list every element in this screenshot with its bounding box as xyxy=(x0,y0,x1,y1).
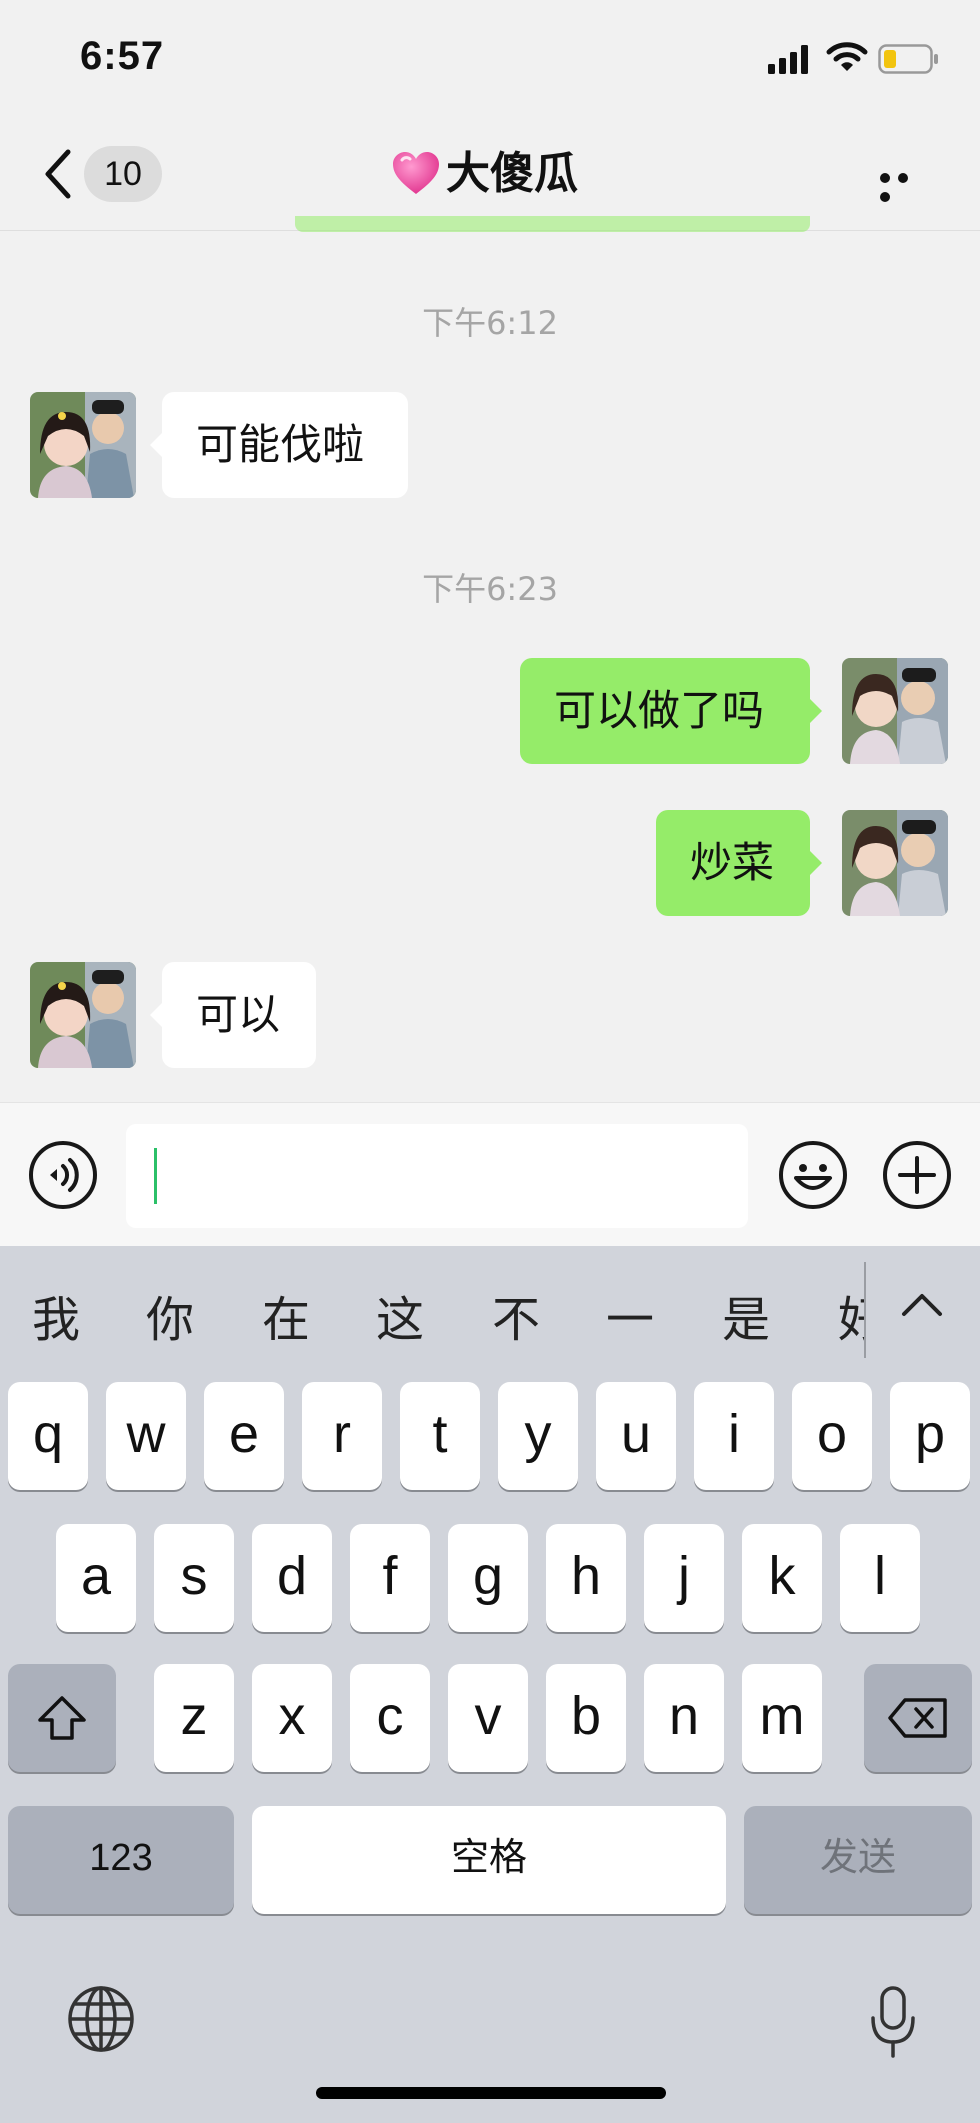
key-a[interactable]: a xyxy=(56,1524,136,1632)
candidate-divider xyxy=(864,1262,866,1358)
my-avatar[interactable] xyxy=(842,810,948,916)
globe-icon[interactable] xyxy=(66,1984,136,2054)
key-s[interactable]: s xyxy=(154,1524,234,1632)
candidate-word[interactable]: 在 xyxy=(262,1280,310,1350)
timestamp: 下午6:23 xyxy=(422,570,558,608)
unread-count-badge[interactable]: 10 xyxy=(84,146,162,202)
chat-title-text: 大傻瓜 xyxy=(446,148,578,199)
message-input[interactable] xyxy=(126,1124,748,1228)
key-j[interactable]: j xyxy=(644,1524,724,1632)
key-e[interactable]: e xyxy=(204,1382,284,1490)
key-z[interactable]: z xyxy=(154,1664,234,1772)
candidate-word[interactable]: 一 xyxy=(606,1280,654,1350)
voice-input-icon[interactable] xyxy=(28,1140,98,1210)
key-o[interactable]: o xyxy=(792,1382,872,1490)
text-caret xyxy=(154,1148,157,1204)
candidate-word-clipped[interactable]: 好 xyxy=(836,1262,864,1358)
numbers-key[interactable]: 123 xyxy=(8,1806,234,1914)
key-w[interactable]: w xyxy=(106,1382,186,1490)
key-q[interactable]: q xyxy=(8,1382,88,1490)
message-bubble[interactable]: 可能伐啦 xyxy=(150,392,408,498)
shift-key[interactable] xyxy=(8,1664,116,1772)
candidate-word[interactable]: 不 xyxy=(492,1280,540,1350)
message-bubble[interactable]: 可以做了吗 xyxy=(520,658,822,764)
contact-avatar[interactable] xyxy=(30,392,136,498)
candidate-word[interactable]: 是 xyxy=(722,1280,770,1350)
key-t[interactable]: t xyxy=(400,1382,480,1490)
space-key[interactable]: 空格 xyxy=(252,1806,726,1914)
key-l[interactable]: l xyxy=(840,1524,920,1632)
expand-candidates-chevron-icon[interactable] xyxy=(898,1290,946,1320)
candidate-word[interactable]: 我 xyxy=(32,1280,80,1350)
key-m[interactable]: m xyxy=(742,1664,822,1772)
key-i[interactable]: i xyxy=(694,1382,774,1490)
chat-title: 大傻瓜 xyxy=(390,148,578,200)
message-bubble-edge xyxy=(295,216,810,232)
key-r[interactable]: r xyxy=(302,1382,382,1490)
contact-avatar[interactable] xyxy=(30,962,136,1068)
message-bubble[interactable]: 可以 xyxy=(150,962,316,1068)
key-u[interactable]: u xyxy=(596,1382,676,1490)
key-b[interactable]: b xyxy=(546,1664,626,1772)
battery-icon xyxy=(878,44,938,74)
home-indicator[interactable] xyxy=(316,2087,666,2099)
candidate-word[interactable]: 这 xyxy=(376,1280,424,1350)
key-d[interactable]: d xyxy=(252,1524,332,1632)
microphone-icon[interactable] xyxy=(868,1986,918,2058)
key-h[interactable]: h xyxy=(546,1524,626,1632)
candidate-word[interactable]: 你 xyxy=(146,1280,194,1350)
key-n[interactable]: n xyxy=(644,1664,724,1772)
backspace-key[interactable] xyxy=(864,1664,972,1772)
timestamp: 下午6:12 xyxy=(422,304,558,342)
backspace-icon xyxy=(888,1698,947,1738)
emoji-icon[interactable] xyxy=(778,1140,848,1210)
key-v[interactable]: v xyxy=(448,1664,528,1772)
shift-arrow-icon xyxy=(38,1696,86,1740)
my-avatar[interactable] xyxy=(842,658,948,764)
back-chevron-icon[interactable] xyxy=(40,148,76,200)
key-g[interactable]: g xyxy=(448,1524,528,1632)
message-bubble[interactable]: 炒菜 xyxy=(656,810,822,916)
key-y[interactable]: y xyxy=(498,1382,578,1490)
more-functions-plus-icon[interactable] xyxy=(882,1140,952,1210)
key-k[interactable]: k xyxy=(742,1524,822,1632)
status-time: 6:57 xyxy=(80,34,165,78)
more-options-icon[interactable] xyxy=(880,168,930,202)
key-x[interactable]: x xyxy=(252,1664,332,1772)
key-c[interactable]: c xyxy=(350,1664,430,1772)
wifi-icon xyxy=(826,42,868,71)
pink-heart-emoji xyxy=(393,152,439,194)
send-key[interactable]: 发送 xyxy=(744,1806,972,1914)
key-f[interactable]: f xyxy=(350,1524,430,1632)
key-p[interactable]: p xyxy=(890,1382,970,1490)
status-bar: 6:57 xyxy=(0,0,980,120)
cellular-signal-icon xyxy=(768,45,808,74)
